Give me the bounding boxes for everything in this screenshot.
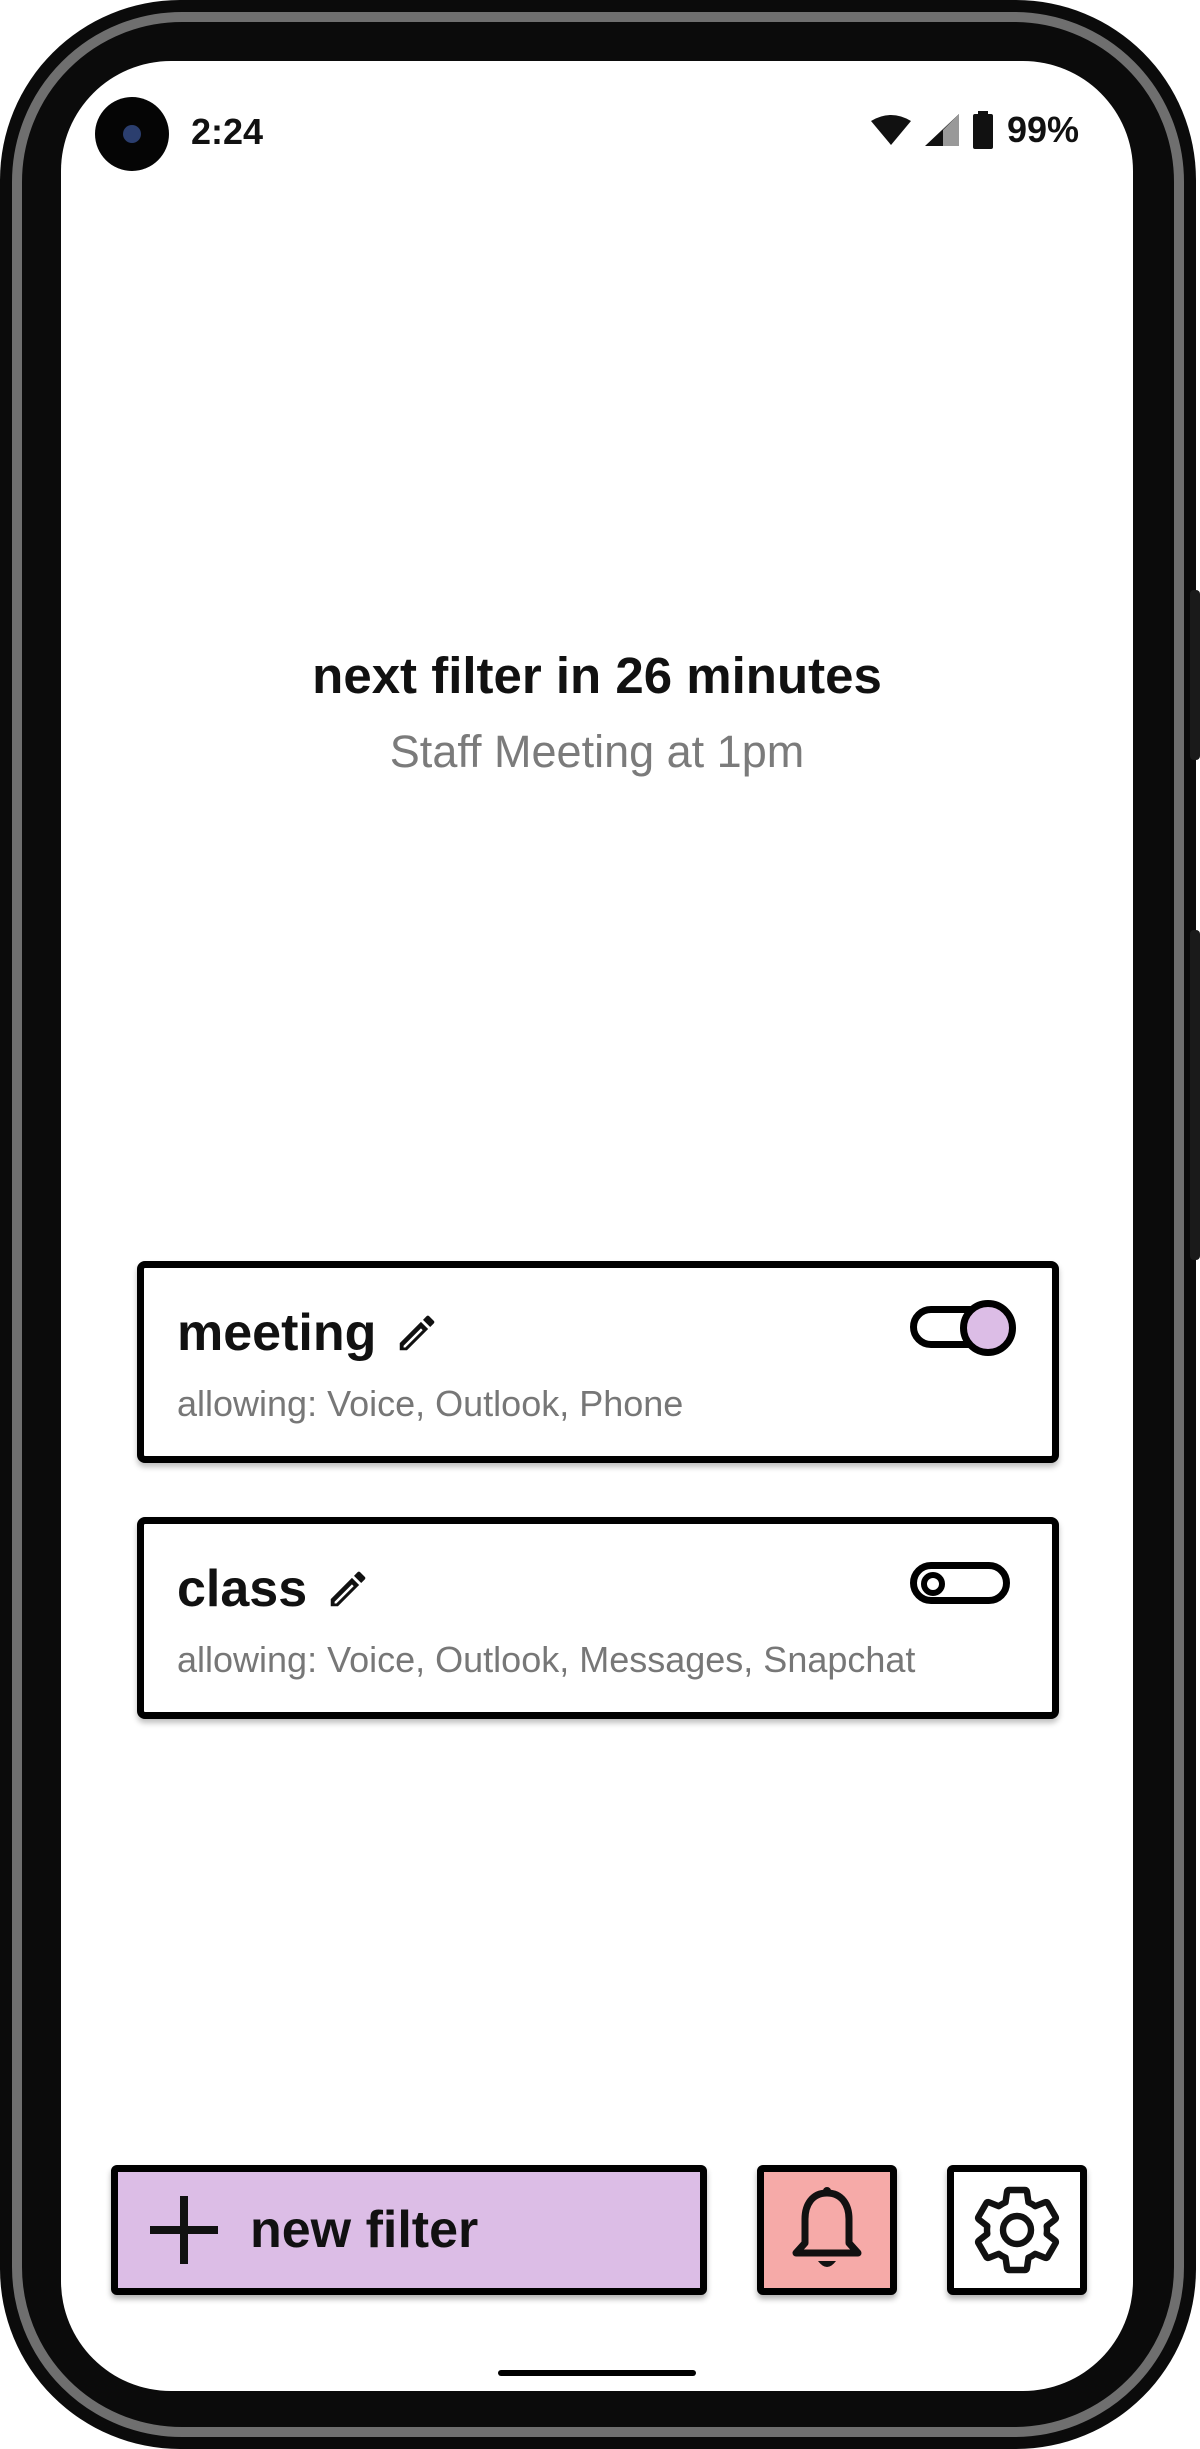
pencil-icon[interactable]: [325, 1566, 371, 1612]
status-time: 2:24: [191, 111, 264, 152]
bell-icon: [792, 2187, 862, 2267]
power-button: [1190, 590, 1200, 760]
filter-card-class[interactable]: class allowing: Voice, Outlook, Messages…: [137, 1517, 1059, 1719]
new-filter-button[interactable]: new filter: [111, 2165, 707, 2295]
volume-button: [1190, 930, 1200, 1260]
battery-icon: [972, 111, 993, 149]
filter-title: meeting: [177, 1303, 440, 1363]
signal-icon: [924, 114, 959, 146]
pencil-icon[interactable]: [394, 1310, 440, 1356]
wifi-icon: [870, 115, 911, 145]
toggle-knob: [960, 1300, 1016, 1356]
notifications-button[interactable]: [757, 2165, 897, 2295]
filter-toggle[interactable]: [910, 1562, 1010, 1604]
filter-toggle[interactable]: [910, 1300, 1016, 1356]
battery-percent: 99%: [1006, 109, 1079, 150]
filter-name: meeting: [177, 1304, 377, 1362]
plus-icon: [150, 2196, 218, 2264]
phone-frame: 2:24 99% next filter in 26 minutes Staff…: [0, 0, 1200, 2449]
filter-allowing: allowing: Voice, Outlook, Phone: [177, 1383, 684, 1424]
settings-button[interactable]: [947, 2165, 1087, 2295]
filter-name: class: [177, 1560, 308, 1618]
new-filter-label: new filter: [250, 2201, 479, 2259]
gear-icon: [974, 2186, 1060, 2274]
next-filter-headline: next filter in 26 minutes: [312, 647, 882, 704]
front-camera: [95, 97, 169, 171]
screen: 2:24 99% next filter in 26 minutes Staff…: [61, 61, 1133, 2391]
home-indicator[interactable]: [498, 2370, 696, 2376]
filter-allowing: allowing: Voice, Outlook, Messages, Snap…: [177, 1639, 916, 1680]
toggle-knob: [921, 1572, 945, 1596]
filter-card-meeting[interactable]: meeting allowing: Voice, Outlook, Phone: [137, 1261, 1059, 1463]
filter-title: class: [177, 1559, 371, 1619]
status-icons: 99%: [870, 109, 1079, 151]
next-filter-event: Staff Meeting at 1pm: [389, 726, 805, 777]
